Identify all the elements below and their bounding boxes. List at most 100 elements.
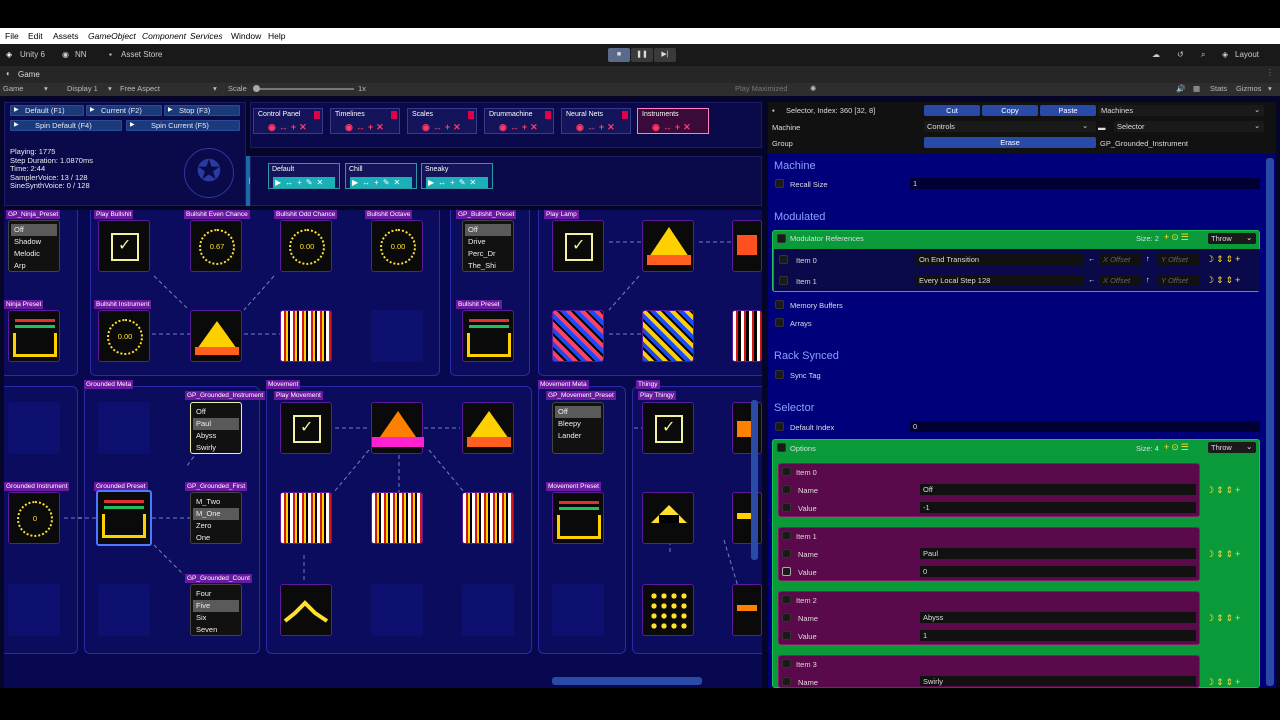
- pause-button[interactable]: ❚❚: [631, 48, 653, 62]
- display-dropdown[interactable]: Display 1: [67, 84, 98, 93]
- type-dropdown[interactable]: Selector: [1114, 121, 1264, 132]
- mod-refs-action-icons[interactable]: +⊙☰: [1164, 232, 1191, 243]
- list-item[interactable]: Off: [193, 406, 239, 418]
- mod-item0-left-arrow-icon[interactable]: ←: [1088, 254, 1096, 263]
- list-item[interactable]: The_Shi: [465, 260, 511, 272]
- stats-button[interactable]: Stats: [1210, 84, 1227, 93]
- cloud-icon[interactable]: ☁: [1152, 50, 1160, 59]
- mod-item0-checkbox[interactable]: [779, 255, 788, 264]
- bullshit-instrument-knob[interactable]: 0.00: [98, 310, 150, 362]
- mod-item1-field[interactable]: Every Local Step 128: [916, 275, 1084, 286]
- stop-f3-button[interactable]: Stop (F3): [164, 105, 240, 116]
- canvas-horizontal-scrollbar[interactable]: [552, 677, 702, 685]
- account-dropdown[interactable]: NN: [75, 50, 87, 59]
- list-item[interactable]: M_One: [193, 508, 239, 520]
- option-item-2-value-field[interactable]: 1: [920, 630, 1196, 641]
- play-movement-toggle[interactable]: [280, 402, 332, 454]
- tab-timelines[interactable]: Timelines ◉↔+✕: [330, 108, 400, 134]
- list-item[interactable]: Zero: [193, 520, 239, 532]
- movement-preset-list[interactable]: Off Bleepy Lander: [552, 402, 604, 454]
- default-index-field[interactable]: 0: [910, 421, 1260, 432]
- preset-chill[interactable]: Chill ▶↔+✎✕: [345, 163, 417, 189]
- menu-services[interactable]: Services: [190, 31, 223, 41]
- play-lamp-toggle[interactable]: [552, 220, 604, 272]
- scale-slider[interactable]: [254, 88, 354, 90]
- mod-refs-checkbox[interactable]: [777, 234, 786, 243]
- ninja-preset-visual[interactable]: [8, 310, 60, 362]
- grounded-count-list[interactable]: Four Five Six Seven: [190, 584, 242, 636]
- preset-sneaky[interactable]: Sneaky ▶↔+✎✕: [421, 163, 493, 189]
- list-item[interactable]: Swirly: [193, 442, 239, 454]
- play-mode-dropdown[interactable]: Play Maximized: [735, 84, 788, 93]
- list-item[interactable]: Melodic: [11, 248, 57, 260]
- tab-arrow-icon[interactable]: [314, 111, 320, 119]
- scale-slider-handle[interactable]: [253, 85, 260, 92]
- option-item-1-name-checkbox[interactable]: [782, 549, 791, 558]
- list-item[interactable]: One: [193, 532, 239, 544]
- option-item-2-value-checkbox[interactable]: [782, 631, 791, 640]
- inspector-scrollbar[interactable]: [1266, 158, 1274, 686]
- display-mode-dropdown[interactable]: Game: [3, 84, 23, 93]
- sun-icon[interactable]: ✺: [810, 84, 816, 93]
- tab-arrow-icon[interactable]: [391, 111, 397, 119]
- option-item-1-value-checkbox[interactable]: [782, 567, 791, 576]
- option-item-1-checkbox[interactable]: [782, 531, 791, 540]
- ninja-preset-list[interactable]: Off Shadow Melodic Arp: [8, 220, 60, 272]
- spin-default-f4-button[interactable]: Spin Default (F4): [10, 120, 122, 131]
- play-button[interactable]: ■: [608, 48, 630, 62]
- machine-dropdown[interactable]: Controls: [924, 121, 1096, 132]
- mod-item1-x-offset[interactable]: X Offset: [1100, 275, 1142, 286]
- list-item[interactable]: Drive: [465, 236, 511, 248]
- list-item[interactable]: Off: [555, 406, 601, 418]
- preset-action-icons[interactable]: ▶↔+✎✕: [426, 177, 488, 188]
- knob-value[interactable]: 0.67: [199, 229, 235, 265]
- tab-action-icons[interactable]: ◉↔+✕: [345, 122, 387, 133]
- recall-size-checkbox[interactable]: [775, 179, 784, 188]
- knob-value[interactable]: 0.00: [380, 229, 416, 265]
- menu-file[interactable]: File: [5, 31, 19, 41]
- list-item[interactable]: Off: [11, 224, 57, 236]
- option-item-1-value-field[interactable]: 0: [920, 566, 1196, 577]
- grounded-instrument-list[interactable]: Off Paul Abyss Swirly: [190, 402, 242, 454]
- step-button[interactable]: ▶|: [654, 48, 676, 62]
- search-icon[interactable]: ⌕: [1201, 50, 1205, 60]
- mod-item1-up-arrow-icon[interactable]: ↑: [1146, 275, 1150, 284]
- sync-tag-checkbox[interactable]: [775, 370, 784, 379]
- copy-button[interactable]: Copy: [982, 105, 1038, 116]
- tab-action-icons[interactable]: ◉↔+✕: [652, 122, 694, 133]
- option-item-3-name-field[interactable]: Swirly: [920, 676, 1196, 686]
- mod-item1-checkbox[interactable]: [779, 276, 788, 285]
- options-checkbox[interactable]: [777, 443, 786, 452]
- memory-buffers-checkbox[interactable]: [775, 300, 784, 309]
- bullshit-preset-visual[interactable]: [462, 310, 514, 362]
- tab-control-panel[interactable]: Control Panel ◉↔+✕: [253, 108, 323, 134]
- play-thingy-toggle[interactable]: [642, 402, 694, 454]
- grounded-first-list[interactable]: M_Two M_One Zero One: [190, 492, 242, 544]
- option-item-2-action-icons[interactable]: ☽⇕⇕+: [1206, 613, 1242, 624]
- cut-button[interactable]: Cut: [924, 105, 980, 116]
- grounded-instrument-knob[interactable]: 0: [8, 492, 60, 544]
- node-canvas[interactable]: GP_Ninja_Preset Off Shadow Melodic Arp P…: [4, 210, 762, 688]
- layers-icon[interactable]: ◈: [1222, 50, 1228, 59]
- asset-store-button[interactable]: Asset Store: [121, 50, 162, 59]
- tab-neural-nets[interactable]: Neural Nets ◉↔+✕: [561, 108, 631, 134]
- machines-dropdown[interactable]: Machines: [1098, 105, 1264, 116]
- preset-action-icons[interactable]: ▶↔+✎✕: [273, 177, 335, 188]
- canvas-vertical-scrollbar[interactable]: [751, 400, 758, 560]
- option-item-1-action-icons[interactable]: ☽⇕⇕+: [1206, 549, 1242, 560]
- history-icon[interactable]: ↺: [1177, 50, 1184, 59]
- options-action-icons[interactable]: +⊙☰: [1164, 442, 1191, 453]
- list-item[interactable]: Perc_Dr: [465, 248, 511, 260]
- layout-dropdown[interactable]: Layout: [1235, 50, 1259, 59]
- menu-edit[interactable]: Edit: [28, 31, 43, 41]
- mod-item0-x-offset[interactable]: X Offset: [1100, 254, 1142, 265]
- erase-button[interactable]: Erase: [924, 137, 1096, 148]
- preset-default[interactable]: Default ▶↔+✎✕: [268, 163, 340, 189]
- list-item[interactable]: Abyss: [193, 430, 239, 442]
- default-f1-button[interactable]: Default (F1): [10, 105, 84, 116]
- menu-component[interactable]: Component: [142, 31, 186, 41]
- option-item-0-value-field[interactable]: -1: [920, 502, 1196, 513]
- list-item[interactable]: Arp: [11, 260, 57, 272]
- list-item[interactable]: Bleepy: [555, 418, 601, 430]
- list-item[interactable]: Off: [465, 224, 511, 236]
